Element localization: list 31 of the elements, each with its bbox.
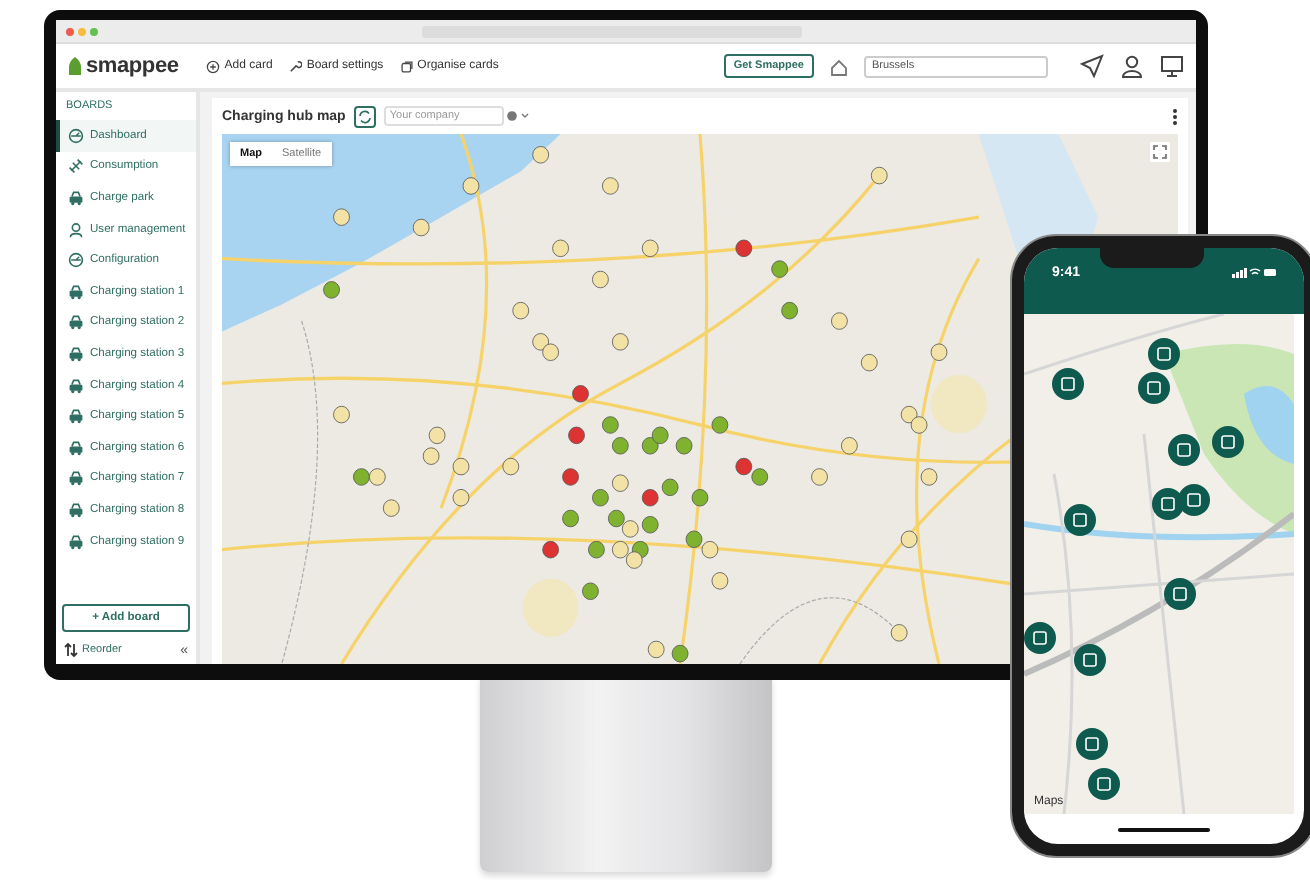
car-icon [68,314,84,331]
minimize-dot-icon[interactable] [78,27,86,35]
cards-icon [399,59,414,73]
zoom-dot-icon[interactable] [90,27,98,35]
logo-text: smappee [86,54,179,78]
car-icon [68,533,84,550]
phone-notch [1100,248,1204,268]
car-icon [68,345,84,362]
status-icons [1232,266,1276,278]
gauge-icon [68,252,84,269]
close-dot-icon[interactable] [66,27,74,35]
leaf-logo-icon [68,56,82,76]
gauge-icon [68,127,84,144]
monitor-icon[interactable] [1160,54,1184,78]
car-icon [68,408,84,425]
fullscreen-icon[interactable] [1150,142,1170,162]
user-icon [68,221,84,238]
sort-arrows-icon [64,642,78,658]
refresh-icon[interactable] [353,105,376,127]
plus-circle-icon [206,59,221,73]
car-icon [68,439,84,456]
car-icon [68,377,84,394]
user-icon[interactable] [1120,54,1144,78]
phone-map-drawing[interactable] [1024,314,1294,814]
paper-plane-icon[interactable] [1080,54,1104,78]
car-icon [68,501,84,518]
car-icon [68,470,84,487]
home-icon[interactable] [830,57,848,75]
car-icon [68,283,84,300]
car-icon [68,189,84,206]
more-menu-icon[interactable] [1172,107,1178,125]
